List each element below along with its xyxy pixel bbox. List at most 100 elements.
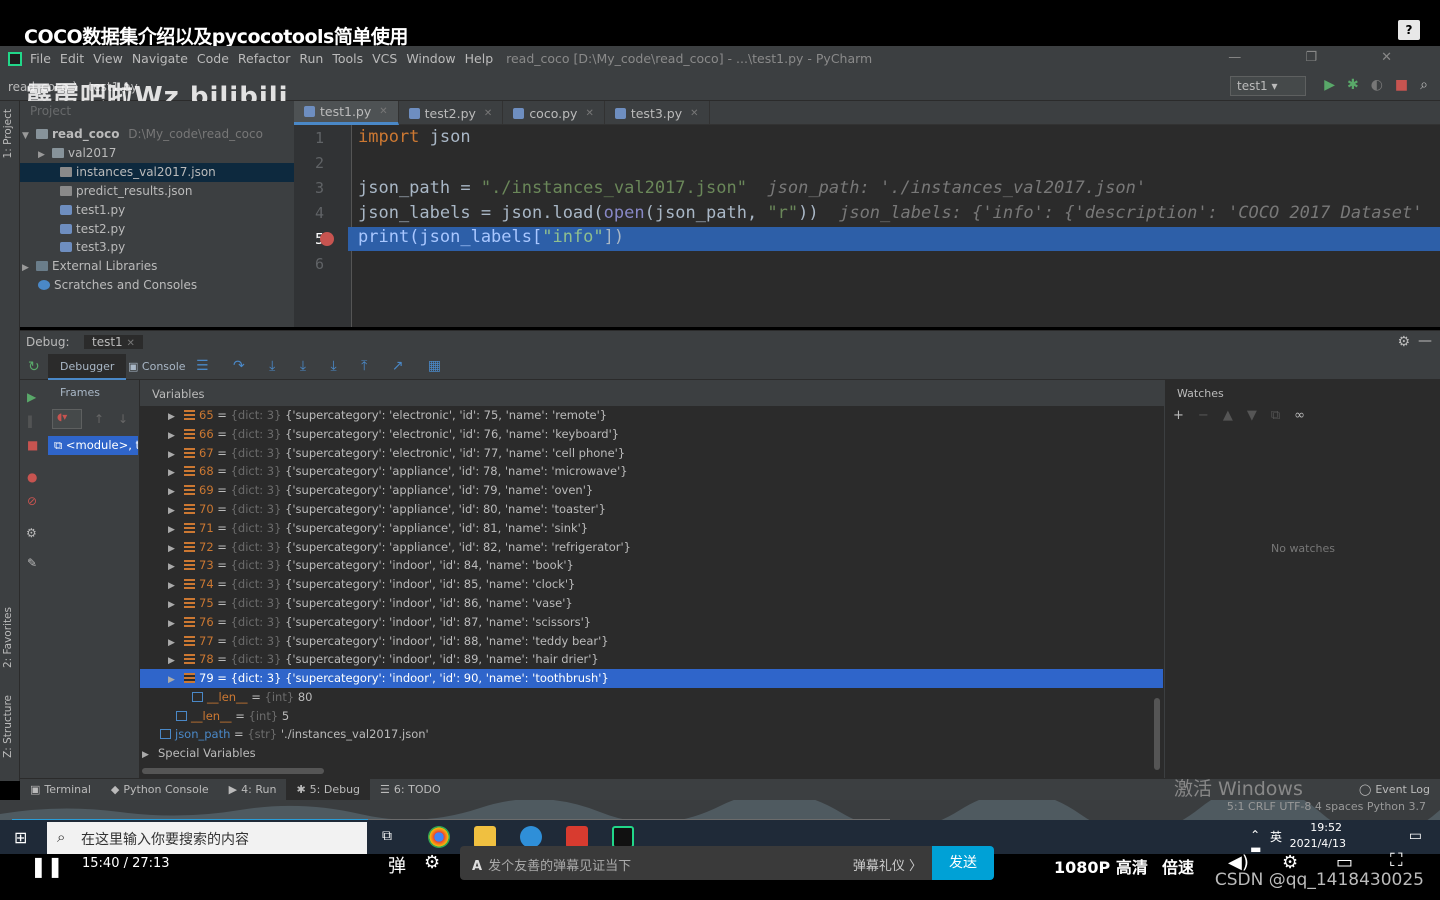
close-icon[interactable]: ✕ [484,108,492,119]
variable-row[interactable]: ▶ 69 = {dict: 3} {'supercategory': 'appli… [168,481,593,500]
project-header[interactable]: Project [20,101,294,123]
view-breakpoints-icon[interactable]: ● [27,470,37,484]
frame-item[interactable]: ⧉ <module>, t [48,436,138,455]
menu-view[interactable]: View [93,51,123,66]
editor-gutter[interactable]: 1 2 3 4 5 6 [294,125,352,327]
tab-test2[interactable]: test2.py ✕ [399,101,504,125]
menu-help[interactable]: Help [465,51,494,66]
thread-select[interactable]: ◖▾ [52,409,82,429]
edge-icon[interactable] [520,826,542,848]
run-icon[interactable]: ▶ [1324,77,1335,93]
pause-icon[interactable]: ❚❚ [30,854,64,878]
coverage-icon[interactable]: ◐ [1371,77,1383,93]
minimize-icon[interactable]: — [1418,333,1432,349]
chrome-icon[interactable] [428,826,450,848]
tree-scratches[interactable]: Scratches and Consoles [38,276,197,295]
close-icon[interactable]: ✕ [690,108,698,119]
window-controls[interactable]: — ❐ ✕ [1228,50,1422,65]
stop-icon[interactable]: ■ [27,438,38,452]
event-log[interactable]: ◯ Event Log [1349,783,1440,796]
menu-vcs[interactable]: VCS [372,51,397,66]
tab-run[interactable]: ▶ 4: Run [219,783,287,796]
menu-tools[interactable]: Tools [332,51,363,66]
tab-debug[interactable]: ✱ 5: Debug [286,778,371,801]
danmu-toggle-icon[interactable]: 弹 [388,852,406,878]
variables-hscrollbar[interactable] [142,768,324,774]
tree-item-predict-json[interactable]: predict_results.json [60,182,192,201]
ime-indicator[interactable]: 英 [1270,828,1282,845]
tree-item-val2017[interactable]: ▶ val2017 [38,144,116,163]
stop-icon[interactable]: ■ [1395,77,1408,93]
tab-test1[interactable]: test1.py ✕ [294,101,399,125]
step-controls[interactable]: ☰ ↷ ⤓ ⤓ ⤓ ⤒ ↗ ▦ [196,358,451,374]
watches-toolbar[interactable]: +−▲▼⧉∞ [1173,408,1319,423]
mute-breakpoints-icon[interactable]: ⊘ [27,494,37,508]
variable-row[interactable]: ▶ 76 = {dict: 3} {'supercategory': 'indoo… [168,613,591,632]
tree-item-test2[interactable]: test2.py [60,220,125,239]
tab-coco[interactable]: coco.py ✕ [503,101,605,125]
copy-icon[interactable]: ⧉ [1271,408,1294,423]
menu-edit[interactable]: Edit [60,51,84,66]
pin-icon[interactable]: ✎ [27,556,37,570]
variable-row[interactable]: ▶ 65 = {dict: 3} {'supercategory': 'elect… [168,406,607,425]
debug-session-tab[interactable]: test1 ✕ [84,335,143,349]
frame-up-icon[interactable]: ↑ [94,412,104,426]
debug-icon[interactable]: ✱ [1347,77,1359,93]
menu-file[interactable]: File [30,51,51,66]
remove-watch-icon[interactable]: − [1198,408,1223,423]
menu-code[interactable]: Code [197,51,229,66]
tree-item-test1[interactable]: test1.py [60,201,125,220]
menu-navigate[interactable]: Navigate [132,51,188,66]
run-config-select[interactable]: test1 ▾ [1230,76,1306,96]
tab-test3[interactable]: test3.py ✕ [605,101,710,125]
tree-root[interactable]: ▼ read_coco D:\My_code\read_coco [22,125,263,144]
tree-item-test3[interactable]: test3.py [60,238,125,257]
clock-time[interactable]: 19:52 [1310,821,1342,834]
tree-external-libraries[interactable]: ▶ External Libraries [22,257,157,276]
menu-window[interactable]: Window [406,51,455,66]
tab-debugger[interactable]: Debugger [48,354,127,380]
variable-row[interactable]: ▶ 74 = {dict: 3} {'supercategory': 'indoo… [168,575,575,594]
variable-row[interactable]: ▶ 70 = {dict: 3} {'supercategory': 'appli… [168,500,606,519]
close-icon[interactable]: ✕ [379,106,387,117]
frame-down-icon[interactable]: ↓ [118,412,128,426]
pycharm-taskbar-icon[interactable] [612,826,634,848]
project-tool-label[interactable]: 1: Project [2,109,14,158]
variable-row[interactable]: ▶ 72 = {dict: 3} {'supercategory': 'appli… [168,538,631,557]
search-everywhere-icon[interactable]: ⌕ [1420,77,1428,93]
settings-icon[interactable]: ⚙ [26,526,37,540]
tab-terminal[interactable]: ▣ Terminal [20,783,101,796]
pause-icon[interactable]: ‖ [27,414,33,428]
speed-button[interactable]: 倍速 [1162,854,1194,878]
variable-row[interactable]: __len__ = {int} 80 [156,688,312,707]
glasses-icon[interactable]: ∞ [1294,408,1319,423]
help-icon[interactable]: ? [1398,20,1420,40]
favorites-tool-label[interactable]: 2: Favorites [2,607,14,668]
resume-icon[interactable]: ▶ [27,390,36,404]
close-icon[interactable]: ✕ [585,108,593,119]
variables-scrollbar[interactable] [1154,698,1160,770]
notification-icon[interactable]: ▭ [1409,828,1422,844]
tab-console[interactable]: ▣ Console [128,360,186,373]
variable-row[interactable]: ▶ 67 = {dict: 3} {'supercategory': 'elect… [168,444,625,463]
variable-row[interactable]: ▶ 78 = {dict: 3} {'supercategory': 'indoo… [168,650,599,669]
variable-row[interactable]: ▶ 73 = {dict: 3} {'supercategory': 'indoo… [168,556,574,575]
task-view-icon[interactable]: ⧉ [382,828,392,844]
rerun-icon[interactable]: ↻ [28,359,40,375]
fullscreen-icon[interactable]: ⛶ [1390,850,1403,871]
taskbar-search[interactable]: ⌕ 在这里输入你要搜索的内容 [47,822,367,854]
structure-tool-label[interactable]: Z: Structure [2,695,14,758]
danmu-input[interactable]: A 发个友善的弹幕见证当下 弹幕礼仪 〉 [460,846,932,880]
send-danmu-button[interactable]: 发送 [932,846,994,880]
windows-start-icon[interactable]: ⊞ [14,828,27,847]
tab-python-console[interactable]: ◆ Python Console [101,783,219,796]
danmu-settings-icon[interactable]: ⚙ [424,852,440,873]
tree-item-instances-json[interactable]: instances_val2017.json [60,163,216,182]
clock-date[interactable]: 2021/4/13 [1290,837,1346,850]
menu-refactor[interactable]: Refactor [238,51,290,66]
variable-row[interactable]: __len__ = {int} 5 [156,707,289,726]
special-variables-row[interactable]: ▶ Special Variables [140,744,256,763]
variable-row[interactable]: ▶ 79 = {dict: 3} {'supercategory': 'indoo… [140,669,1163,689]
variable-row[interactable]: ▶ 68 = {dict: 3} {'supercategory': 'appli… [168,462,628,481]
down-icon[interactable]: ▼ [1247,408,1271,423]
